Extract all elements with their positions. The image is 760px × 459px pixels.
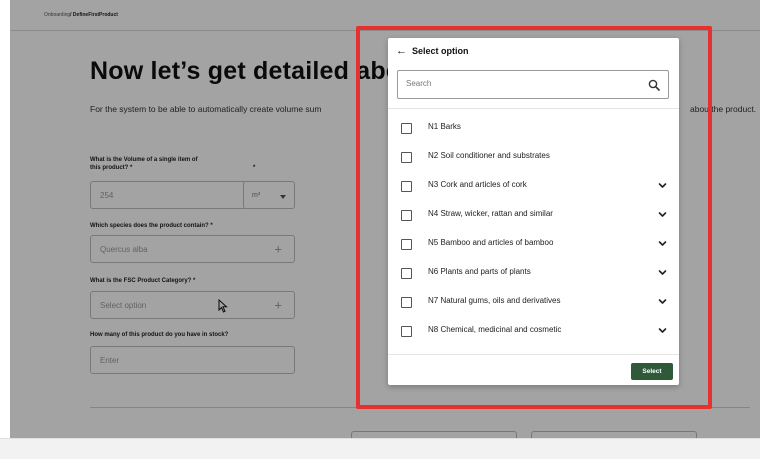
search-input[interactable]	[406, 79, 636, 88]
option-row[interactable]: N1 Barks	[388, 115, 679, 143]
bottom-strip	[0, 438, 760, 459]
option-row[interactable]: N2 Soil conditioner and substrates	[388, 144, 679, 172]
search-divider	[388, 108, 679, 109]
option-label: N1 Barks	[428, 122, 461, 131]
option-label: N3 Cork and articles of cork	[428, 180, 527, 189]
footer-divider	[388, 354, 679, 355]
onboarding-page: Onboarding/ DefineFirstProduct Now let’s…	[10, 0, 760, 438]
select-button[interactable]: Select	[631, 363, 673, 380]
option-row[interactable]: N4 Straw, wicker, rattan and similar	[388, 202, 679, 230]
option-checkbox[interactable]	[401, 152, 412, 163]
option-row[interactable]: N5 Bamboo and articles of bamboo	[388, 231, 679, 259]
search-box[interactable]	[397, 70, 669, 99]
chevron-down-icon[interactable]	[658, 210, 667, 219]
option-label: N8 Chemical, medicinal and cosmetic	[428, 325, 562, 334]
option-row[interactable]: N7 Natural gums, oils and derivatives	[388, 289, 679, 317]
dialog-title: Select option	[412, 46, 469, 56]
select-option-dialog: ← Select option N1 Barks N2 Soil conditio…	[388, 38, 679, 385]
option-label: N4 Straw, wicker, rattan and similar	[428, 209, 553, 218]
chevron-down-icon[interactable]	[658, 239, 667, 248]
option-checkbox[interactable]	[401, 210, 412, 221]
option-label: N5 Bamboo and articles of bamboo	[428, 238, 554, 247]
option-row[interactable]: N3 Cork and articles of cork	[388, 173, 679, 201]
option-checkbox[interactable]	[401, 239, 412, 250]
option-label: N6 Plants and parts of plants	[428, 267, 531, 276]
option-row[interactable]: N6 Plants and parts of plants	[388, 260, 679, 288]
option-checkbox[interactable]	[401, 268, 412, 279]
option-checkbox[interactable]	[401, 181, 412, 192]
chevron-down-icon[interactable]	[658, 297, 667, 306]
option-checkbox[interactable]	[401, 297, 412, 308]
chevron-down-icon[interactable]	[658, 181, 667, 190]
option-row[interactable]: N8 Chemical, medicinal and cosmetic	[388, 318, 679, 346]
dialog-header: ← Select option	[396, 45, 469, 57]
option-checkbox[interactable]	[401, 326, 412, 337]
arrow-left-icon[interactable]: ←	[396, 45, 407, 57]
chevron-down-icon[interactable]	[658, 326, 667, 335]
option-checkbox[interactable]	[401, 123, 412, 134]
option-label: N2 Soil conditioner and substrates	[428, 151, 550, 160]
option-label: N7 Natural gums, oils and derivatives	[428, 296, 561, 305]
search-icon[interactable]	[648, 79, 660, 91]
chevron-down-icon[interactable]	[658, 268, 667, 277]
